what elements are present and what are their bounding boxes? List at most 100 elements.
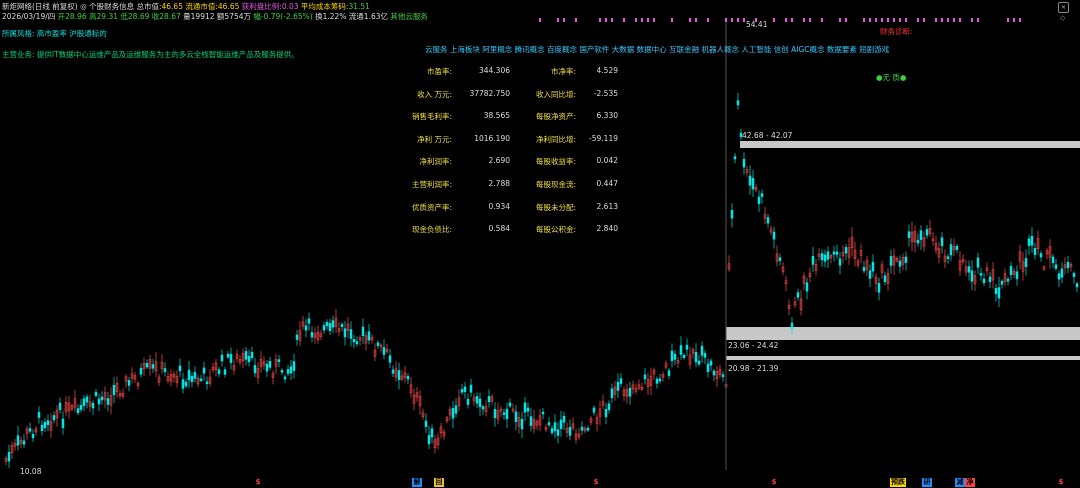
candle-body [217,369,221,374]
candle-body [391,369,395,374]
candle-body [742,158,746,168]
candle-body [223,369,227,375]
candle-body [151,364,155,369]
candle-body [838,258,842,266]
candle-body [226,353,230,358]
candle-body [919,230,923,240]
event-marker[interactable]: 研 [922,478,932,487]
candle-body [112,384,116,396]
candle-body [547,422,551,426]
candle-body [31,433,35,439]
candle-body [541,411,545,415]
event-marker[interactable]: $ [1056,478,1066,487]
candle-body [502,412,506,415]
candle-body [844,247,848,254]
candle-body [229,353,233,363]
candle-body [94,391,98,396]
candle-body [1015,271,1019,280]
candle-body [253,365,257,374]
candle-body [805,282,809,292]
candle-body [610,388,614,399]
candle-body [694,351,698,363]
candle-body [454,405,458,414]
candle-body [673,353,677,360]
candle-body [736,100,740,106]
candle-body [877,282,881,293]
candle-body [304,325,308,331]
candle-body [43,422,47,429]
event-marker[interactable]: $ [769,478,779,487]
candle-body [580,426,584,431]
candle-body [670,350,674,362]
candle-body [205,381,209,384]
event-marker[interactable]: 减 [955,478,965,487]
event-marker[interactable]: 回 [434,478,444,487]
candle-body [607,403,611,411]
candle-body [46,420,50,425]
candle-body [520,419,524,430]
candle-body [514,411,518,422]
candle-body [61,418,65,429]
candle-body [283,376,287,380]
candle-body [265,363,269,372]
candle-body [1039,253,1043,258]
candle-body [139,367,143,375]
candle-body [739,132,743,138]
candle-body [925,229,929,236]
candle-body [295,334,299,340]
candle-body [811,255,815,265]
candle-body [190,375,194,383]
event-marker[interactable]: 解 [412,478,422,487]
candle-body [307,318,311,324]
candle-body [466,398,470,405]
candle-body [835,251,839,255]
candle-body [493,409,497,419]
candle-body [427,434,431,445]
candle-body [682,355,686,358]
candle-body [106,398,110,405]
candle-body [751,177,755,190]
candle-body [286,369,290,374]
candle-body [820,253,824,261]
candle-body [721,374,725,377]
candle-body [163,368,167,373]
candle-body [91,402,95,409]
candle-body [712,370,716,376]
candle-body [619,378,623,384]
candle-body [1075,283,1079,288]
candle-body [1030,235,1034,246]
candle-body [706,363,710,373]
candlestick-chart[interactable] [0,0,1080,488]
candle-body [997,287,1001,299]
candle-body [946,256,950,259]
candle-body [247,356,251,363]
candle-body [994,288,998,295]
candle-body [1027,238,1031,246]
candle-body [310,332,314,338]
candle-body [193,372,197,379]
candle-body [7,451,11,462]
candle-body [709,360,713,366]
candle-body [1057,273,1061,280]
event-marker[interactable]: $ [253,478,263,487]
candle-body [766,217,770,224]
candle-body [184,381,188,387]
event-marker[interactable]: 预跌 [890,478,906,487]
candle-body [22,440,26,445]
event-marker[interactable]: 净 [965,478,975,487]
candle-body [85,396,89,403]
event-marker[interactable]: $ [591,478,601,487]
candle-body [343,328,347,338]
candle-body [352,338,356,343]
candle-body [355,341,359,345]
candle-body [562,416,566,423]
candle-body [40,424,44,431]
candle-body [940,237,944,247]
candle-body [16,435,20,446]
candle-body [187,369,191,381]
candle-body [244,351,248,360]
candle-body [655,378,659,384]
candle-body [700,345,704,356]
candle-body [730,210,734,219]
candle-body [508,402,512,407]
